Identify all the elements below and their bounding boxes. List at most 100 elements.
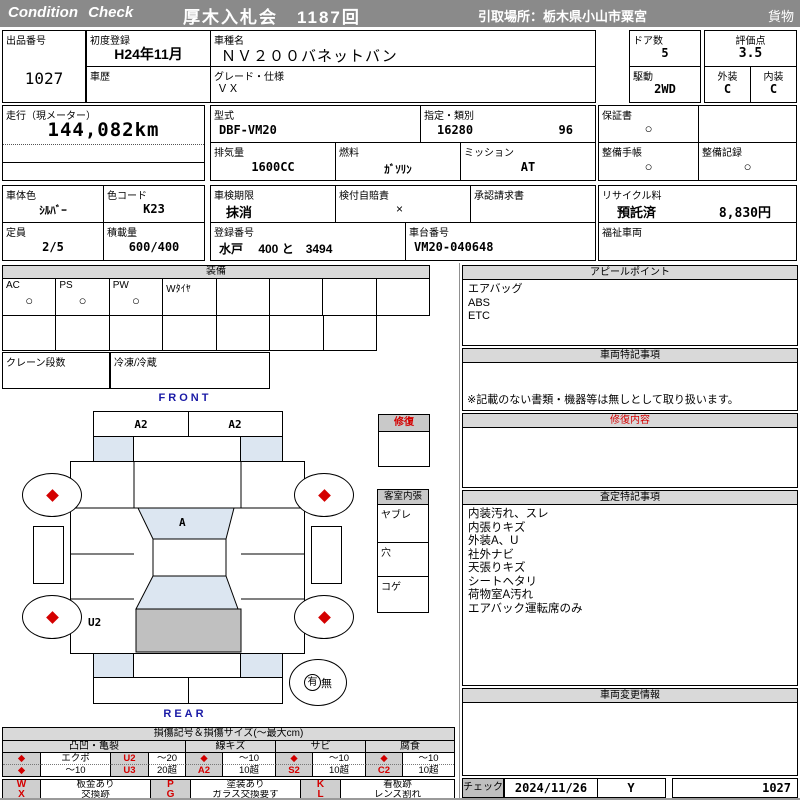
- legend-code-desc: 塗装あり: [191, 780, 301, 790]
- model-code-label: 型式: [214, 111, 234, 122]
- damage-mark-rear-left-panel: U2: [88, 616, 102, 629]
- legend-code-desc: 板金あり: [41, 780, 151, 790]
- header-bar: Condition Check 厚木入札会 1187回 引取場所：栃木県小山市粟…: [0, 0, 800, 27]
- equipment-cell-empty: [163, 316, 217, 350]
- inspection-value: 抹消: [226, 205, 253, 220]
- score-label: 評価点: [735, 36, 766, 47]
- score-value: 3.5: [738, 46, 763, 61]
- presence-yes-circled: 有: [304, 674, 321, 691]
- pickup-location: 引取場所：栃木県小山市粟宮: [478, 9, 648, 24]
- class-number-value: 96: [558, 123, 573, 137]
- crane-box: クレーン段数: [2, 352, 110, 389]
- equipment-cell-empty: [324, 316, 376, 350]
- text-line: 外装A、U: [468, 535, 519, 547]
- assessment-notes-list: 内装汚れ、スレ 内張りキズ 外装A、U 社外ナビ 天張りキズ シートヘタリ 荷物室A汚れ エア…: [463, 505, 797, 619]
- cabin-lining-burn-label: コゲ: [381, 582, 401, 593]
- interior-grade-value: C: [769, 82, 778, 96]
- assessment-notes-title: 査定特記事項: [463, 491, 797, 505]
- crane-label: クレーン段数: [6, 358, 66, 369]
- first-registration-box: 初度登録 H24年11月: [86, 30, 211, 67]
- transmission-label: ミッション: [464, 148, 514, 159]
- side-step-right: [311, 526, 342, 584]
- maintenance-book-mark: ○: [644, 159, 653, 174]
- model-name-box: 車種名 ＮＶ２００バネットバン: [210, 30, 596, 67]
- diagram-rear-label: REAR: [163, 708, 207, 720]
- transmission-value: AT: [520, 160, 536, 174]
- check-date-value: 2024/11/26: [514, 781, 588, 795]
- drive-box: 駆動 2WD: [629, 66, 701, 103]
- side-step-left: [33, 526, 64, 584]
- text-line: シートヘタリ: [468, 575, 537, 588]
- front-bumper: A2 A2: [93, 411, 283, 437]
- insurance-mark: ×: [396, 202, 404, 216]
- registration-number-label: 登録番号: [214, 228, 254, 239]
- legend-group-dent: 凸凹・亀裂: [3, 741, 186, 752]
- body-color-value: ｼﾙﾊﾞｰ: [39, 205, 67, 217]
- damage-diamond-icon: [45, 610, 59, 624]
- cabin-lining-title: 客室内張: [378, 490, 428, 505]
- text-line: エアバック運転席のみ: [468, 602, 583, 615]
- legend-title: 損傷記号＆損傷サイズ(〜最大cm): [2, 727, 455, 741]
- chassis-number-box: 車台番号 VM20-040648: [405, 222, 596, 261]
- legend-code-letter: W: [3, 780, 41, 790]
- equipment-ac-mark: ○: [25, 293, 34, 308]
- lot-number-label: 出品番号: [6, 36, 46, 47]
- car-body-drawing: [71, 462, 304, 653]
- recycle-fee-label: リサイクル料: [602, 191, 662, 202]
- roof-shape: [152, 538, 227, 577]
- text-line: 内装汚れ、スレ: [468, 508, 549, 520]
- type-class-label: 指定・類別: [424, 111, 474, 122]
- rear-pillar-right: [240, 653, 283, 678]
- text-line: エアバッグ: [468, 283, 523, 295]
- legend-cell: 〜10: [223, 753, 276, 765]
- cabin-lining-tear-cell: ヤブレ: [378, 505, 428, 542]
- warranty-mark: ○: [644, 121, 653, 136]
- equipment-cell-empty: [110, 316, 164, 350]
- inspection-label: 車検期限: [214, 191, 254, 202]
- diagram-front-label: FRONT: [158, 392, 212, 404]
- first-registration-value: H24年11月: [114, 46, 183, 62]
- equipment-cell-empty: [3, 316, 57, 350]
- capacity-label: 定員: [6, 228, 26, 239]
- text-line: 社外ナビ: [468, 548, 514, 561]
- equipment-ac-label: AC: [6, 280, 20, 291]
- text-line: ABS: [468, 296, 491, 309]
- legend-cell: ◆: [3, 764, 41, 776]
- legend-cell: A2: [186, 764, 223, 776]
- equipment-pw-mark: ○: [132, 293, 140, 308]
- damage-mark-front-bumper-right: A2: [228, 418, 242, 431]
- chassis-number-label: 車台番号: [409, 228, 449, 239]
- vehicle-notes-text: ※記載のない書類・機器等は無しとして取り扱います。: [467, 394, 739, 406]
- maintenance-book-box: 整備手帳 ○: [598, 142, 699, 181]
- grade-box: グレード・仕様 ＶＸ: [210, 66, 596, 103]
- text-line: 荷物室A汚れ: [468, 589, 534, 601]
- color-code-box: 色コード K23: [103, 185, 205, 223]
- legend-code-letter: K: [301, 780, 341, 790]
- legend-cell: 20超: [149, 764, 186, 776]
- equipment-cell-pw: PW ○: [110, 279, 164, 315]
- wheel-front-left: [22, 473, 82, 517]
- maintenance-record-mark: ○: [743, 159, 752, 174]
- damage-mark-front-bumper-left: A2: [134, 418, 148, 431]
- presence-ellipse: 有 無: [289, 659, 347, 706]
- check-number-value: 1027: [762, 781, 791, 795]
- mileage-value: 144,082km: [47, 119, 160, 141]
- lot-number-value: 1027: [24, 69, 64, 88]
- load-capacity-label: 積載量: [107, 228, 137, 239]
- cabin-lining-box: 客室内張 ヤブレ 穴 コゲ: [377, 489, 429, 613]
- displacement-value: 1600CC: [251, 160, 295, 174]
- wheel-front-right: [294, 473, 354, 517]
- transmission-box: ミッション AT: [460, 142, 596, 181]
- displacement-label: 排気量: [214, 148, 244, 159]
- mileage-box: 走行（現メーター） 144,082km: [2, 105, 205, 181]
- assessment-notes-panel: 査定特記事項 内装汚れ、スレ 内張りキズ 外装A、U 社外ナビ 天張りキズ シートヘタリ荷…: [462, 490, 798, 686]
- doors-value: 5: [661, 46, 669, 60]
- capacity-box: 定員 2/5: [2, 222, 104, 261]
- model-code-value: DBF-VM20: [219, 123, 277, 137]
- capacity-value: 2/5: [42, 240, 64, 254]
- legend-cell: 〜20: [149, 753, 186, 765]
- check-label-cell: チェック: [462, 778, 504, 798]
- damage-mark-windshield: A: [179, 516, 186, 529]
- equipment-cell-empty: [377, 279, 429, 315]
- doors-label: ドア数: [633, 36, 663, 47]
